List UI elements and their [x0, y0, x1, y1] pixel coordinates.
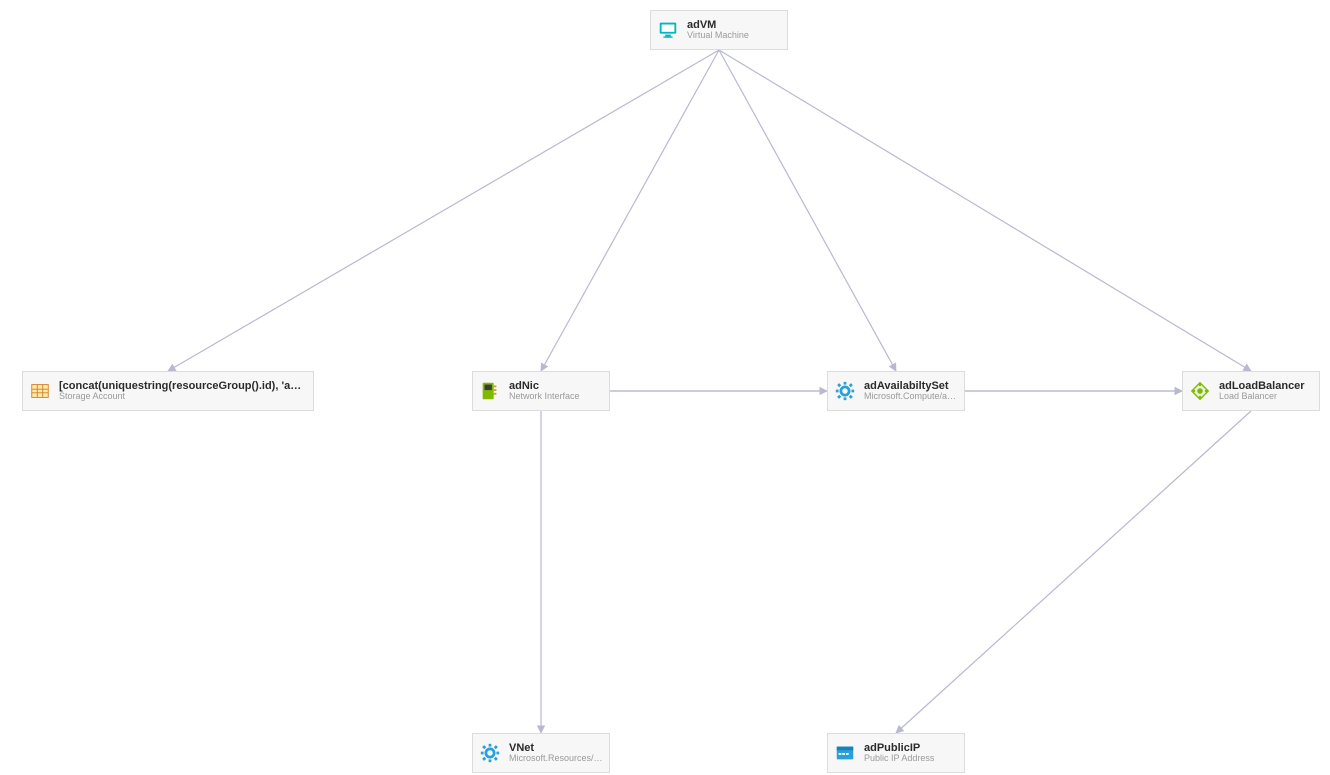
node-loadbal[interactable]: adLoadBalancerLoad Balancer — [1182, 371, 1320, 411]
node-availset[interactable]: adAvailabiltySetMicrosoft.Compute/ava... — [827, 371, 965, 411]
node-storage[interactable]: [concat(uniquestring(resourceGroup().id)… — [22, 371, 314, 411]
edge-advm-adnic — [541, 50, 719, 371]
node-subtitle: Storage Account — [59, 392, 307, 402]
nic-icon — [479, 380, 501, 402]
ip-icon — [834, 742, 856, 764]
storage-icon — [29, 380, 51, 402]
edge-advm-storage — [168, 50, 719, 371]
node-subtitle: Virtual Machine — [687, 31, 749, 41]
node-subtitle: Public IP Address — [864, 754, 934, 764]
edge-advm-loadbal — [719, 50, 1251, 371]
vm-icon — [657, 19, 679, 41]
gear-icon — [479, 742, 501, 764]
node-title: adPublicIP — [864, 742, 934, 754]
node-title: adLoadBalancer — [1219, 380, 1305, 392]
node-title: adVM — [687, 19, 749, 31]
node-title: adAvailabiltySet — [864, 380, 958, 392]
node-title: adNic — [509, 380, 580, 392]
node-subtitle: Load Balancer — [1219, 392, 1305, 402]
gear-icon — [834, 380, 856, 402]
node-advm[interactable]: adVMVirtual Machine — [650, 10, 788, 50]
node-subtitle: Network Interface — [509, 392, 580, 402]
node-title: VNet — [509, 742, 603, 754]
node-subtitle: Microsoft.Resources/d... — [509, 754, 603, 764]
node-vnet[interactable]: VNetMicrosoft.Resources/d... — [472, 733, 610, 773]
lb-icon — [1189, 380, 1211, 402]
node-publicip[interactable]: adPublicIPPublic IP Address — [827, 733, 965, 773]
node-subtitle: Microsoft.Compute/ava... — [864, 392, 958, 402]
node-adnic[interactable]: adNicNetwork Interface — [472, 371, 610, 411]
edge-advm-availset — [719, 50, 896, 371]
node-title: [concat(uniquestring(resourceGroup().id)… — [59, 380, 307, 392]
edge-loadbal-publicip — [896, 411, 1251, 733]
